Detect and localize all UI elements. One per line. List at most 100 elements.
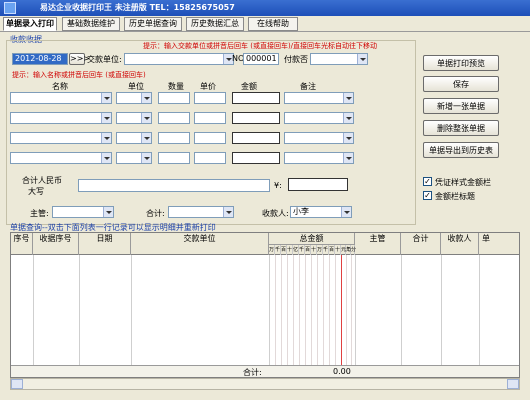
- th-payer: 交款单位: [131, 233, 269, 255]
- tab-bar: 单据录入打印 基础数据维护 历史单据查询 历史数据汇总 在线帮助: [0, 16, 530, 32]
- chevron-down-icon: [141, 113, 151, 123]
- export-history-button[interactable]: 单据导出到历史表: [423, 142, 499, 158]
- payer-select[interactable]: [124, 53, 234, 65]
- item-name-select[interactable]: [10, 132, 112, 144]
- chevron-down-icon: [101, 153, 111, 163]
- chevron-down-icon: [343, 153, 353, 163]
- item-quantity-field[interactable]: [158, 152, 190, 164]
- scroll-right-icon[interactable]: [507, 379, 519, 389]
- payer-hint: 提示：输入交款单位或拼音后回车 (或直接回车)/直接回车光标自动往下移动: [143, 42, 378, 50]
- chevron-down-icon: [343, 113, 353, 123]
- item-unit-select[interactable]: [116, 112, 152, 124]
- amount-grid-line: [351, 255, 352, 377]
- amount-grid-line: [335, 255, 336, 377]
- amount-grid-line: [305, 255, 306, 377]
- item-quantity-field[interactable]: [158, 132, 190, 144]
- amount-grid-line: [323, 255, 324, 377]
- grid-line: [355, 255, 356, 377]
- col-name: 名称: [52, 82, 68, 91]
- th-total-amount: 总金额: [269, 233, 355, 245]
- payee-label: 收款人:: [262, 209, 289, 218]
- save-button[interactable]: 保存: [423, 76, 499, 92]
- voucher-style-checkbox[interactable]: ✓: [423, 177, 432, 186]
- supervisor-label: 主管:: [30, 209, 49, 218]
- grid-line: [269, 255, 270, 377]
- item-unit-select[interactable]: [116, 152, 152, 164]
- item-price-field[interactable]: [194, 132, 226, 144]
- date-nav-button[interactable]: >>>: [69, 53, 90, 65]
- total-chinese-field[interactable]: [78, 179, 270, 192]
- chevron-down-icon: [357, 54, 367, 64]
- item-amount-field[interactable]: [232, 132, 280, 144]
- chevron-down-icon: [141, 133, 151, 143]
- payee-value: 小李: [293, 207, 309, 216]
- scroll-left-icon[interactable]: [11, 379, 23, 389]
- table-header: 序号 收据序号 日期 交款单位 总金额 主管 合计 收款人 单 万 千 百 十 …: [11, 233, 519, 255]
- item-unit-select[interactable]: [116, 132, 152, 144]
- item-name-select[interactable]: [10, 152, 112, 164]
- item-remark-select[interactable]: [284, 132, 354, 144]
- total-rmb-label: 合计人民币: [22, 176, 62, 185]
- tab-online-help[interactable]: 在线帮助: [248, 17, 298, 31]
- payee-select[interactable]: 小李: [290, 206, 352, 218]
- tab-history-summary[interactable]: 历史数据汇总: [186, 17, 244, 31]
- item-name-select[interactable]: [10, 92, 112, 104]
- chevron-down-icon: [103, 207, 113, 217]
- total-select[interactable]: [168, 206, 234, 218]
- grid-line: [131, 255, 132, 377]
- tab-receipt-entry[interactable]: 单据录入打印: [3, 17, 57, 31]
- history-table[interactable]: 序号 收据序号 日期 交款单位 总金额 主管 合计 收款人 单 万 千 百 十 …: [10, 232, 520, 378]
- supervisor-select[interactable]: [52, 206, 114, 218]
- amount-title-checkbox[interactable]: ✓: [423, 191, 432, 200]
- payment-method-select[interactable]: [310, 53, 368, 65]
- tab-history-query[interactable]: 历史单据查询: [124, 17, 182, 31]
- tab-basic-data[interactable]: 基础数据维护: [62, 17, 120, 31]
- item-price-field[interactable]: [194, 152, 226, 164]
- chevron-down-icon: [223, 207, 233, 217]
- amount-grid-line: [299, 255, 300, 377]
- col-remark: 备注: [300, 82, 316, 91]
- item-quantity-field[interactable]: [158, 112, 190, 124]
- horizontal-scrollbar[interactable]: [10, 378, 520, 390]
- item-unit-select[interactable]: [116, 92, 152, 104]
- date-field[interactable]: 2012-08-28: [12, 53, 68, 65]
- item-remark-select[interactable]: [284, 152, 354, 164]
- grid-line: [441, 255, 442, 377]
- new-receipt-button[interactable]: 新增一张单据: [423, 98, 499, 114]
- amount-decimal-line: [341, 255, 342, 377]
- th-date: 日期: [79, 233, 131, 255]
- item-amount-field[interactable]: [232, 112, 280, 124]
- footer-total-label: 合计:: [243, 368, 262, 377]
- voucher-style-label: 凭证样式金额栏: [435, 178, 491, 187]
- amount-grid-line: [287, 255, 288, 377]
- amount-grid-line: [293, 255, 294, 377]
- amount-grid-line: [311, 255, 312, 377]
- amount-grid-line: [317, 255, 318, 377]
- item-amount-field[interactable]: [232, 152, 280, 164]
- th-seq: 序号: [11, 233, 33, 255]
- chevron-down-icon: [141, 153, 151, 163]
- chevron-down-icon: [343, 93, 353, 103]
- item-remark-select[interactable]: [284, 112, 354, 124]
- print-preview-button[interactable]: 单据打印预览: [423, 55, 499, 71]
- item-price-field[interactable]: [194, 112, 226, 124]
- col-amount: 金额: [241, 82, 257, 91]
- app-icon: [4, 2, 16, 14]
- item-name-select[interactable]: [10, 112, 112, 124]
- item-quantity-field[interactable]: [158, 92, 190, 104]
- item-amount-field[interactable]: [232, 92, 280, 104]
- th-tail: 单: [479, 233, 519, 255]
- col-price: 单价: [200, 82, 216, 91]
- delete-receipt-button[interactable]: 删除整张单据: [423, 120, 499, 136]
- total-amount-field[interactable]: [288, 178, 348, 191]
- receipt-no-field[interactable]: 000001: [243, 53, 279, 65]
- th-receipt-no: 收据序号: [33, 233, 79, 255]
- amount-title-label: 金额栏标题: [435, 192, 475, 201]
- th-total: 合计: [401, 233, 441, 255]
- item-price-field[interactable]: [194, 92, 226, 104]
- grid-line: [33, 255, 34, 377]
- title-bar: 易达企业收据打印王 未注册版 TEL：15825675057: [0, 0, 530, 16]
- total-rmb-label-sub: 大写: [28, 187, 44, 196]
- amount-grid-line: [281, 255, 282, 377]
- item-remark-select[interactable]: [284, 92, 354, 104]
